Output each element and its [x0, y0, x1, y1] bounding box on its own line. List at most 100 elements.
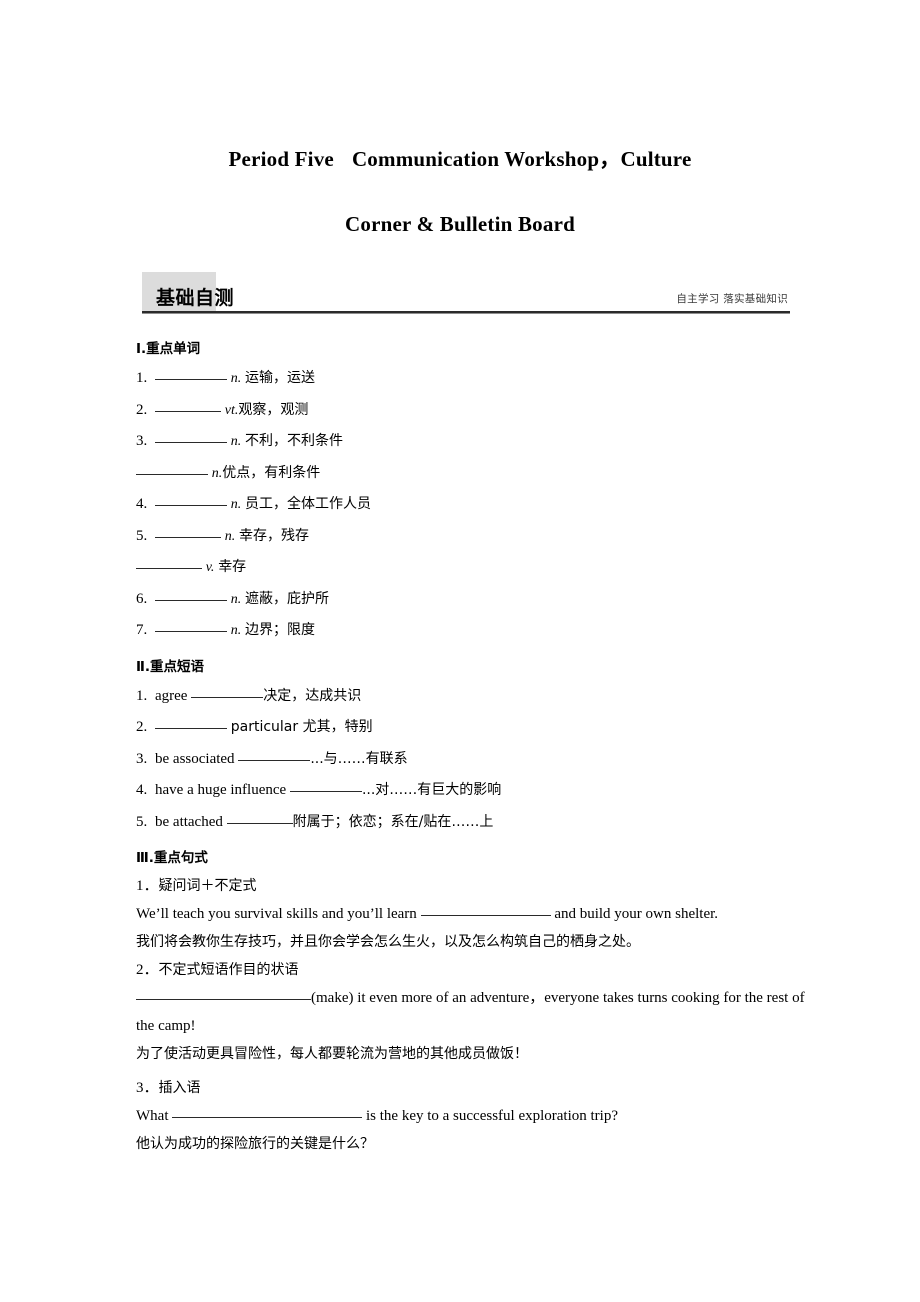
patterns-section-heading: Ⅲ.重点句式 — [136, 850, 208, 866]
document-page: Period Five Communication Workshop，Cultur… — [0, 0, 920, 1302]
word-item-1: 1. n. 运输，运送 — [136, 363, 826, 395]
word-meaning: 运输，运送 — [245, 370, 315, 386]
pattern-sentence-2: (make) it even more of an adventure，ever… — [136, 984, 826, 1040]
word-number: 2. — [136, 401, 148, 418]
answer-blank[interactable] — [191, 685, 264, 698]
part-of-speech: n. — [230, 497, 242, 512]
word-item-2: 2. vt.观察，观测 — [136, 395, 826, 427]
pattern-label-2: 2．不定式短语作目的状语 — [136, 956, 826, 984]
word-number: 4. — [136, 496, 148, 512]
pattern-number: 3． — [136, 1080, 159, 1096]
page-title-part-b: Communication Workshop，Culture — [351, 147, 692, 171]
word-item-6: 6. n. 遮蔽，庇护所 — [136, 584, 826, 616]
pattern-translation-3: 他认为成功的探险旅行的关键是什么？ — [136, 1136, 374, 1152]
answer-blank[interactable] — [136, 556, 202, 569]
word-item-3b: n.优点，有利条件 — [136, 458, 826, 490]
phrase-after: ...与……有联系 — [310, 750, 408, 767]
page-title-part-a: Period Five — [228, 147, 334, 171]
word-meaning: 幸存 — [218, 559, 247, 575]
pattern-sentence-3: What is the key to a successful explorat… — [136, 1102, 826, 1130]
pattern-title: 不定式短语作目的状语 — [158, 962, 299, 978]
pattern-label-3: 3．插入语 — [136, 1074, 826, 1102]
word-item-5: 5. n. 幸存，残存 — [136, 521, 826, 553]
pattern-title: 插入语 — [158, 1080, 201, 1096]
word-meaning: 边界；限度 — [245, 622, 315, 638]
part-of-speech: n. — [230, 623, 242, 638]
phrase-after: 决定，达成共识 — [263, 687, 362, 704]
section-band: 基础自测 自主学习 落实基础知识 — [142, 272, 790, 314]
part-of-speech: n. — [211, 465, 223, 481]
phrase-after: 附属于；依恋；系在/贴在……上 — [292, 813, 494, 830]
part-of-speech: n. — [230, 591, 242, 607]
phrase-after: particular 尤其，特别 — [230, 719, 373, 735]
pattern-en-before: We’ll teach you survival skills and you’… — [136, 906, 417, 922]
pattern-number: 2． — [136, 962, 159, 978]
section-subheading: 自主学习 落实基础知识 — [676, 293, 788, 305]
section-heading: 基础自测 — [156, 287, 235, 309]
answer-blank[interactable] — [136, 462, 208, 475]
word-meaning: 幸存，残存 — [239, 527, 309, 544]
pattern-title: 疑问词＋不定式 — [158, 878, 257, 894]
answer-blank[interactable] — [289, 779, 362, 792]
phrase-number: 2. — [136, 719, 148, 735]
part-of-speech: n. — [224, 528, 236, 544]
phrase-item-2: 2. particular 尤其，特别 — [136, 712, 826, 744]
word-meaning: 遮蔽，庇护所 — [245, 590, 329, 607]
pattern-translation-1: 我们将会教你生存技巧，并且你会学会怎么生火，以及怎么构筑自己的栖身之处。 — [136, 934, 640, 950]
phrase-item-4: 4. have a huge influence ...对……有巨大的影响 — [136, 775, 826, 807]
word-number: 3. — [136, 433, 148, 449]
phrase-before: be associated — [155, 750, 235, 767]
part-of-speech: vt. — [224, 402, 239, 418]
answer-blank[interactable] — [155, 493, 227, 506]
section-divider — [142, 311, 790, 314]
phrase-after: ...对……有巨大的影响 — [361, 782, 502, 798]
word-meaning: 员工，全体工作人员 — [245, 496, 371, 512]
phrase-item-3: 3. be associated ...与……有联系 — [136, 744, 826, 776]
answer-blank[interactable] — [155, 367, 227, 380]
answer-blank[interactable] — [238, 748, 311, 761]
answer-blank[interactable] — [155, 430, 227, 443]
words-section-heading: Ⅰ.重点单词 — [136, 341, 201, 357]
phrase-number: 4. — [136, 782, 148, 798]
answer-blank[interactable] — [155, 399, 221, 412]
pattern-en-after: and build your own shelter. — [554, 906, 719, 922]
pattern-translation-2: 为了使活动更具冒险性，每人都要轮流为营地的其他成员做饭！ — [136, 1046, 528, 1062]
answer-blank[interactable] — [420, 903, 551, 916]
answer-blank[interactable] — [155, 619, 227, 632]
word-number: 5. — [136, 527, 148, 544]
pattern-number: 1． — [136, 878, 159, 894]
pattern-en-before: What — [136, 1108, 169, 1124]
answer-blank[interactable] — [172, 1105, 363, 1118]
page-title-line-1: Period Five Communication Workshop，Cultur… — [0, 143, 920, 173]
pattern-en-after: is the key to a successful exploration t… — [365, 1108, 618, 1124]
word-number: 1. — [136, 370, 148, 386]
word-item-3: 3. n. 不利，不利条件 — [136, 426, 826, 458]
part-of-speech: n. — [230, 434, 242, 449]
answer-blank[interactable] — [155, 716, 227, 729]
phrase-number: 5. — [136, 813, 148, 830]
word-item-5b: v. 幸存 — [136, 552, 826, 584]
word-meaning: 观察，观测 — [238, 401, 309, 418]
part-of-speech: n. — [230, 371, 242, 386]
answer-blank[interactable] — [136, 987, 311, 1000]
word-meaning: 不利，不利条件 — [245, 433, 343, 449]
phrase-number: 3. — [136, 750, 148, 767]
phrase-before: agree — [155, 687, 188, 704]
answer-blank[interactable] — [226, 811, 293, 824]
pattern-sentence-1: We’ll teach you survival skills and you’… — [136, 900, 826, 928]
page-title-line-2: Corner & Bulletin Board — [345, 212, 575, 236]
answer-blank[interactable] — [155, 588, 227, 601]
word-meaning: 优点，有利条件 — [222, 464, 321, 481]
part-of-speech: v. — [205, 560, 215, 575]
phrase-item-1: 1. agree 决定，达成共识 — [136, 681, 826, 713]
phrase-before: have a huge influence — [155, 782, 287, 798]
pattern-label-1: 1．疑问词＋不定式 — [136, 872, 826, 900]
word-item-7: 7. n. 边界；限度 — [136, 615, 826, 647]
word-item-4: 4. n. 员工，全体工作人员 — [136, 489, 826, 521]
word-number: 7. — [136, 622, 148, 638]
answer-blank[interactable] — [155, 525, 221, 538]
phrases-section-heading: Ⅱ.重点短语 — [136, 658, 205, 675]
document-body: Ⅰ.重点单词 1. n. 运输，运送 2. vt.观察，观测 3. n. 不利，… — [136, 338, 826, 1158]
phrase-number: 1. — [136, 687, 148, 704]
word-number: 6. — [136, 590, 148, 607]
